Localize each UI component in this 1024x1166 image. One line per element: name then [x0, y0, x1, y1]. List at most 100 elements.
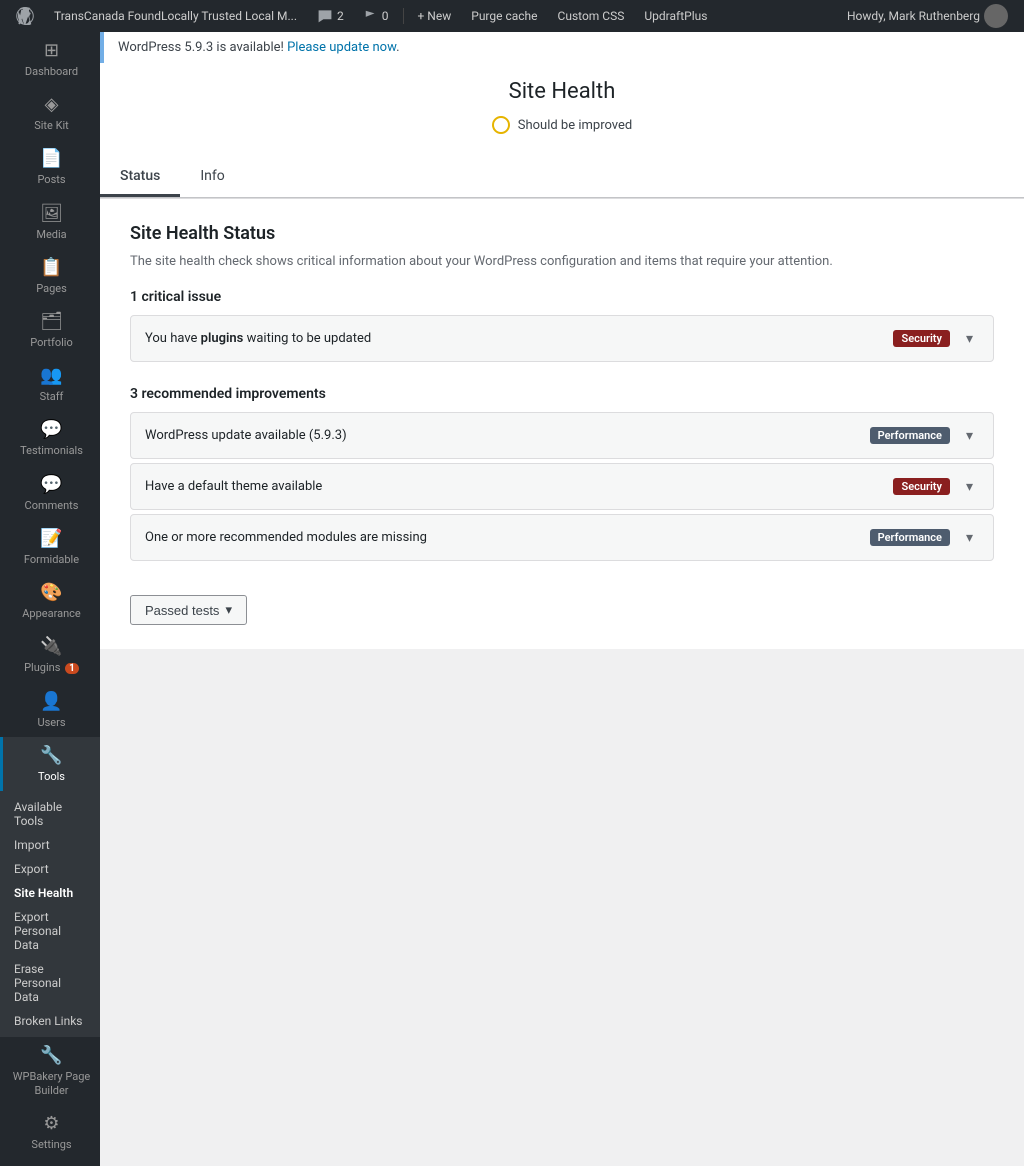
recommended-issue-2-tag: Performance [870, 529, 950, 546]
sidebar-item-seo[interactable]: 📊 SEO [0, 1159, 100, 1166]
submenu-import[interactable]: Import [0, 833, 100, 857]
recommended-issue-1: Have a default theme available Security … [130, 463, 994, 510]
recommended-issue-2-expand-button[interactable]: ▾ [960, 527, 979, 548]
flag-icon [364, 9, 378, 23]
sidebar-item-settings[interactable]: ⚙ Settings [0, 1105, 100, 1159]
adminbar-site-name-label: TransCanada FoundLocally Trusted Local M… [54, 9, 297, 23]
passed-tests-button[interactable]: Passed tests ▾ [130, 595, 247, 625]
site-kit-icon: ◈ [45, 94, 59, 115]
adminbar-separator [403, 8, 404, 24]
sidebar-item-wpbakery-label: WPBakery Page Builder [7, 1070, 96, 1096]
submenu-site-health[interactable]: Site Health [0, 881, 100, 905]
adminbar-updraftplus-label: UpdraftPlus [644, 9, 707, 23]
adminbar-purge-cache[interactable]: Purge cache [463, 9, 545, 23]
staff-icon: 👥 [40, 365, 62, 386]
plugins-badge: 1 [65, 663, 79, 674]
status-section-title: Site Health Status [130, 223, 994, 244]
site-health-header-area: Site Health Should be improved Status In… [100, 63, 1024, 199]
adminbar-custom-css[interactable]: Custom CSS [550, 9, 633, 23]
sidebar-item-plugins[interactable]: 🔌 Plugins 1 [0, 628, 100, 683]
site-health-header: Site Health Should be improved [100, 79, 1024, 138]
sidebar-item-dashboard[interactable]: ⊞ Dashboard [0, 32, 100, 86]
sidebar-item-tools[interactable]: 🔧 Tools [0, 737, 100, 791]
update-notice-wp-version: WordPress 5.9.3 [118, 40, 213, 55]
sidebar-item-portfolio-label: Portfolio [30, 336, 72, 349]
sidebar-item-plugins-label: Plugins 1 [24, 661, 79, 675]
recommended-issue-1-expand-button[interactable]: ▾ [960, 476, 979, 497]
tools-icon: 🔧 [40, 745, 62, 766]
plugins-icon: 🔌 [40, 636, 62, 657]
health-circle-icon [492, 116, 510, 134]
adminbar-wp-logo[interactable] [8, 7, 42, 25]
sidebar-item-media[interactable]: 🖼 Media [0, 195, 100, 249]
recommended-issue-1-row: Have a default theme available Security … [131, 464, 993, 509]
adminbar-updraftplus[interactable]: UpdraftPlus [636, 9, 715, 23]
passed-tests-label: Passed tests [145, 603, 219, 618]
recommended-issues-group: 3 recommended improvements WordPress upd… [130, 386, 994, 561]
sidebar-item-appearance[interactable]: 🎨 Appearance [0, 574, 100, 628]
submenu-broken-links[interactable]: Broken Links [0, 1009, 100, 1033]
main-content: WordPress 5.9.3 is available! Please upd… [100, 32, 1024, 1166]
wp-logo-icon [16, 7, 34, 25]
appearance-icon: 🎨 [40, 582, 62, 603]
sidebar-item-comments-label: Comments [25, 499, 79, 512]
recommended-issue-2: One or more recommended modules are miss… [130, 514, 994, 561]
admin-bar: TransCanada FoundLocally Trusted Local M… [0, 0, 1024, 32]
pages-icon: 📋 [40, 257, 62, 278]
adminbar-comments[interactable]: 2 [309, 8, 352, 24]
submenu-export-personal-data[interactable]: Export Personal Data [0, 905, 100, 957]
sidebar-item-formidable[interactable]: 📝 Formidable [0, 520, 100, 574]
adminbar-site-name[interactable]: TransCanada FoundLocally Trusted Local M… [46, 9, 305, 23]
sidebar-item-settings-label: Settings [31, 1138, 71, 1151]
sidebar-item-site-kit-label: Site Kit [34, 119, 69, 132]
adminbar-new[interactable]: + New [410, 9, 460, 23]
status-section-desc: The site health check shows critical inf… [130, 254, 994, 269]
adminbar-avatar [984, 4, 1008, 28]
sidebar-item-formidable-label: Formidable [24, 553, 79, 566]
recommended-issue-0-label: WordPress update available (5.9.3) [145, 428, 860, 443]
critical-issues-group: 1 critical issue You have plugins waitin… [130, 289, 994, 362]
submenu-erase-personal-data[interactable]: Erase Personal Data [0, 957, 100, 1009]
adminbar-greeting-text: Howdy, Mark Ruthenberg [847, 9, 980, 23]
critical-issue-0: You have plugins waiting to be updated S… [130, 315, 994, 362]
sidebar-item-wpbakery[interactable]: 🔧 WPBakery Page Builder [0, 1037, 100, 1104]
tabs-row: Status Info [100, 158, 1024, 198]
adminbar-right: Howdy, Mark Ruthenberg [839, 4, 1016, 28]
comments-icon: 💬 [40, 474, 62, 495]
sidebar-item-testimonials-label: Testimonials [20, 444, 83, 457]
sidebar-item-portfolio[interactable]: 🗂 Portfolio [0, 303, 100, 357]
critical-issues-title: 1 critical issue [130, 289, 994, 305]
recommended-issue-0-expand-button[interactable]: ▾ [960, 425, 979, 446]
recommended-issues-title: 3 recommended improvements [130, 386, 994, 402]
adminbar-user-greeting[interactable]: Howdy, Mark Ruthenberg [839, 4, 1016, 28]
portfolio-icon: 🗂 [40, 311, 63, 332]
adminbar-tasks[interactable]: 0 [356, 9, 397, 23]
media-icon: 🖼 [40, 203, 63, 224]
sidebar-item-users[interactable]: 👤 Users [0, 683, 100, 737]
sidebar-item-appearance-label: Appearance [22, 607, 81, 620]
sidebar-item-posts[interactable]: 📄 Posts [0, 140, 100, 194]
sidebar-item-staff[interactable]: 👥 Staff [0, 357, 100, 411]
sidebar-item-comments[interactable]: 💬 Comments [0, 466, 100, 520]
adminbar-comments-count: 2 [337, 9, 344, 23]
users-icon: 👤 [40, 691, 62, 712]
sidebar-item-pages[interactable]: 📋 Pages [0, 249, 100, 303]
sidebar-item-staff-label: Staff [40, 390, 64, 403]
update-notice-is-available: is available! [216, 40, 287, 55]
submenu-export[interactable]: Export [0, 857, 100, 881]
layout: ⊞ Dashboard ◈ Site Kit 📄 Posts 🖼 Media 📋… [0, 32, 1024, 1166]
tab-info[interactable]: Info [180, 158, 244, 197]
sidebar-item-site-kit[interactable]: ◈ Site Kit [0, 86, 100, 140]
submenu-available-tools[interactable]: Available Tools [0, 795, 100, 833]
sidebar-item-testimonials[interactable]: 💬 Testimonials [0, 411, 100, 465]
page-title: Site Health [100, 79, 1024, 104]
recommended-issue-2-row: One or more recommended modules are miss… [131, 515, 993, 560]
update-notice-link[interactable]: Please update now [287, 40, 396, 55]
sidebar-item-tools-label: Tools [38, 770, 65, 783]
status-section: Site Health Status The site health check… [100, 199, 1024, 649]
recommended-issue-1-label: Have a default theme available [145, 479, 883, 494]
tab-status[interactable]: Status [100, 158, 180, 197]
sidebar-item-users-label: Users [37, 716, 65, 729]
sidebar-item-dashboard-label: Dashboard [25, 65, 78, 78]
critical-issue-0-expand-button[interactable]: ▾ [960, 328, 979, 349]
